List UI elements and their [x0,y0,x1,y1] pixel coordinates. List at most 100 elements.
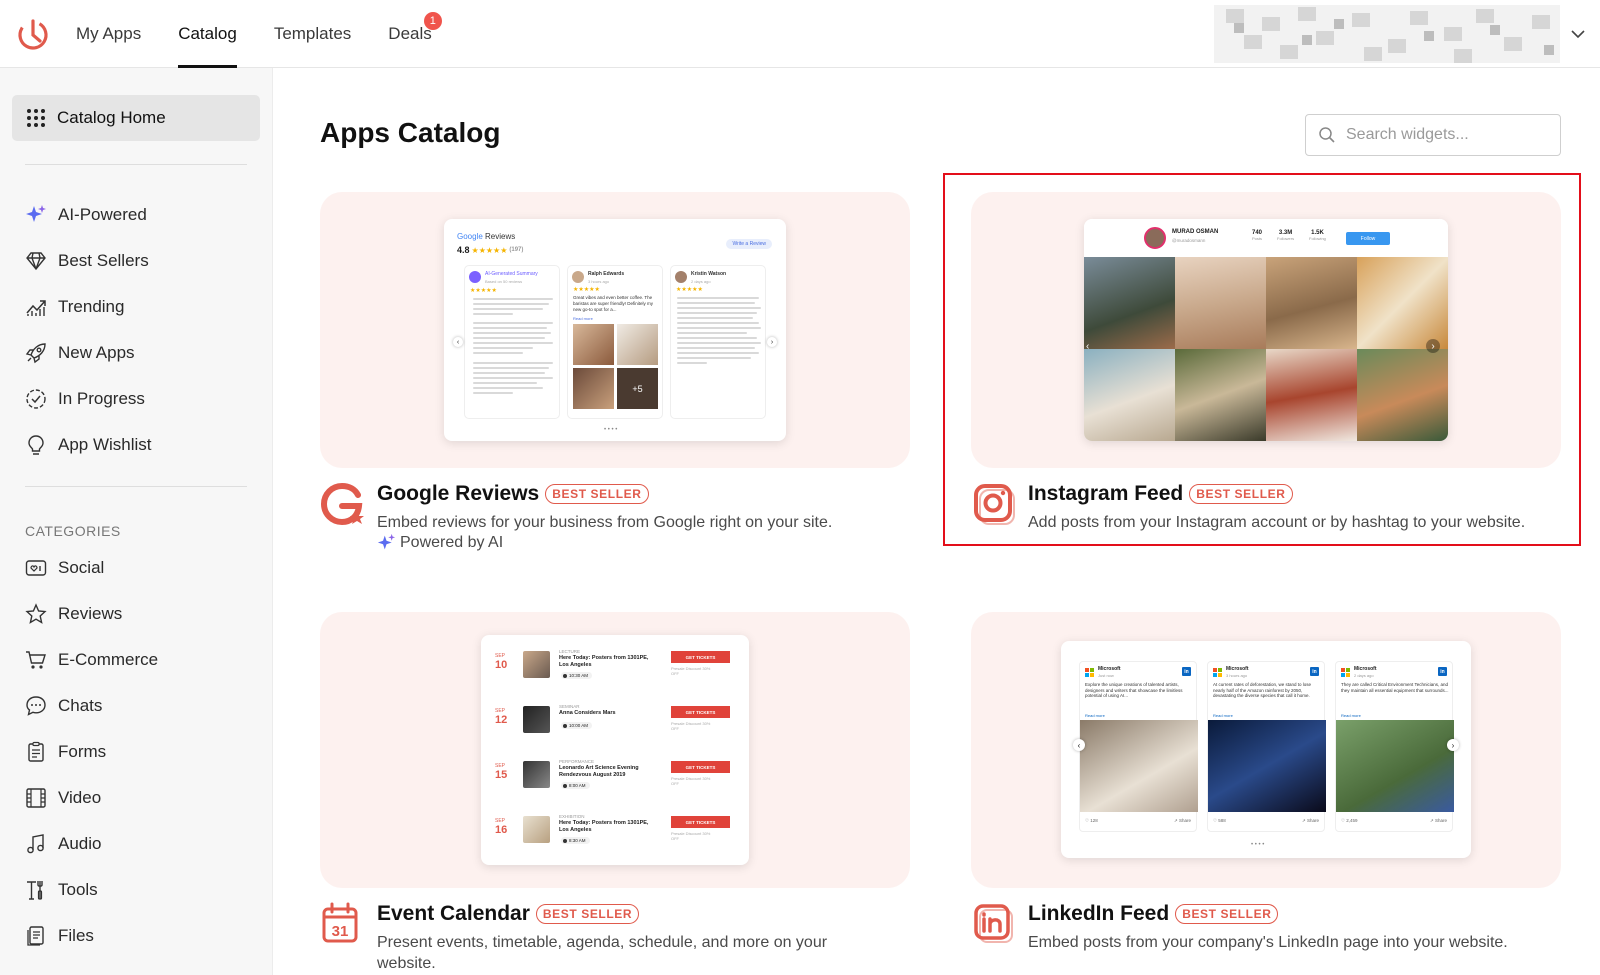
sidebar-item-label: In Progress [58,389,145,408]
diamond-icon [25,250,47,272]
li-post-text: They are called Critical Environment Tec… [1341,682,1449,693]
event-row[interactable]: SEP 12 SEMINAR Anna Considers Mars 10:00 AM G… [481,700,749,750]
app-name[interactable]: LinkedIn Feed [1028,902,1169,926]
google-reviews-mock: Google Reviews 4.8 ★★★★★ (197) Write a R… [444,219,786,441]
get-tickets-button[interactable]: GET TICKETS [671,761,730,773]
write-review-button[interactable]: Write a Review [726,239,772,249]
event-row[interactable]: SEP 16 EXHIBITION Here Today: Posters from … [481,810,749,860]
event-time-label: 8:00 AM [569,783,586,788]
sidebar-item-app-wishlist[interactable]: App Wishlist [25,422,152,468]
li-post-image[interactable] [1208,720,1326,812]
chat-icon [25,695,47,717]
sidebar-item-chats[interactable]: Chats [25,683,158,729]
sidebar-item-files[interactable]: Files [25,913,158,959]
summary-stars: ★★★★★ [470,288,497,294]
read-more-link[interactable]: Read more [1213,713,1233,718]
search-input[interactable] [1346,126,1546,144]
sidebar-item-trending[interactable]: Trending [25,284,152,330]
app-description: Embed reviews for your business from Goo… [377,514,833,531]
sidebar-item-ai-powered[interactable]: AI-Powered [25,192,152,238]
li-post-image[interactable] [1080,720,1198,812]
app-description: Embed posts from your company's LinkedIn… [1028,934,1508,951]
carousel-prev-icon[interactable]: ‹ [453,337,463,347]
app-logo-icon[interactable] [16,17,50,51]
li-post-image[interactable] [1336,720,1454,812]
account-avatar-blurred[interactable] [1214,5,1560,63]
nav-catalog[interactable]: Catalog [178,0,237,68]
clock-icon [563,784,567,788]
more-photos-tile[interactable]: +5 [617,368,658,409]
microsoft-logo-icon [1085,668,1094,677]
nav-my-apps[interactable]: My Apps [76,0,141,68]
event-row[interactable]: SEP 10 LECTURE Here Today: Posters from 130… [481,645,749,695]
avatar [675,271,687,283]
carousel-prev-icon[interactable]: ‹ [1073,739,1085,751]
carousel-next-icon[interactable]: › [1447,739,1459,751]
event-calendar-mock: SEP 10 LECTURE Here Today: Posters from 130… [481,635,749,865]
mock-title: Reviews [485,232,516,241]
linkedin-feed-mock: Microsoft Just now in Explore the unique cr… [1061,641,1471,858]
sidebar-item-new-apps[interactable]: New Apps [25,330,152,376]
read-more-link[interactable]: Read more [1085,713,1105,718]
event-note: Presale Discount 30% OFF [671,666,711,676]
linkedin-badge-icon: in [1182,667,1191,676]
sidebar-section-main: AI-Powered Best Sellers Trending New App… [25,192,152,468]
selection-highlight [943,173,1581,546]
powered-label: Powered by AI [400,533,504,551]
sidebar-item-tools[interactable]: Tools [25,867,158,913]
get-tickets-button[interactable]: GET TICKETS [671,706,730,718]
li-post-card[interactable]: Microsoft 2 days ago in They are called Cri… [1335,661,1454,832]
sidebar-item-forms[interactable]: Forms [25,729,158,775]
cart-icon [25,649,47,671]
sidebar-item-social[interactable]: Social [25,545,158,591]
app-preview[interactable]: Microsoft Just now in Explore the unique cr… [971,612,1561,888]
nav-label: My Apps [76,24,142,43]
app-name[interactable]: Google Reviews [377,482,539,506]
sidebar-item-reviews[interactable]: Reviews [25,591,158,637]
best-seller-badge: BEST SELLER [545,484,649,504]
sidebar-item-in-progress[interactable]: In Progress [25,376,152,422]
li-post-text: Explore the unique creations of talented… [1085,682,1183,698]
read-more-link[interactable]: Read more [1341,713,1361,718]
sparkles-icon [25,204,47,226]
sidebar-item-label: Forms [58,742,107,761]
li-company: Microsoft [1226,666,1249,672]
app-preview[interactable]: Google Reviews 4.8 ★★★★★ (197) Write a R… [320,192,910,468]
event-type: EXHIBITION [559,814,585,819]
linkedin-badge-icon: in [1438,667,1447,676]
get-tickets-button[interactable]: GET TICKETS [671,816,730,828]
divider [25,486,247,487]
mock-header: Google Reviews [457,232,516,241]
read-more-link[interactable]: Read more [573,315,593,322]
rating-value: 4.8 [457,245,470,255]
event-type: LECTURE [559,649,581,654]
event-title: Leonardo Art Science Evening Rendezvous … [559,765,639,778]
sidebar-item-best-sellers[interactable]: Best Sellers [25,238,152,284]
li-share[interactable]: ↗ Share [1302,818,1319,824]
sidebar-item-catalog-home[interactable]: Catalog Home [12,95,260,141]
event-time-label: 8:30 AM [569,838,586,843]
app-name[interactable]: Event Calendar [377,902,530,926]
main-nav: My Apps Catalog Templates Deals 1 [76,0,469,68]
get-tickets-button[interactable]: GET TICKETS [671,651,730,663]
carousel-dots: • • • • [604,427,618,433]
carousel-next-icon[interactable]: › [767,337,777,347]
li-share[interactable]: ↗ Share [1174,818,1191,824]
chevron-down-icon[interactable] [1568,24,1588,44]
nav-templates[interactable]: Templates [274,0,351,68]
search-box[interactable] [1305,114,1561,156]
carousel-dots: • • • • [1251,842,1265,848]
sidebar-item-e-commerce[interactable]: E-Commerce [25,637,158,683]
calendar-icon: 31 [322,902,358,943]
li-post-card[interactable]: Microsoft Just now in Explore the unique cr… [1079,661,1198,832]
sidebar-item-audio[interactable]: Audio [25,821,158,867]
sidebar-item-video[interactable]: Video [25,775,158,821]
nav-deals[interactable]: Deals 1 [388,0,442,68]
li-share[interactable]: ↗ Share [1430,818,1447,824]
li-post-card[interactable]: Microsoft 3 hours ago in At current rates o… [1207,661,1326,832]
app-preview[interactable]: SEP 10 LECTURE Here Today: Posters from 130… [320,612,910,888]
share-label: Share [1434,818,1447,823]
event-row[interactable]: SEP 15 PERFORMANCE Leonardo Art Science Eve… [481,755,749,805]
linkedin-badge-icon: in [1310,667,1319,676]
powered-by-ai: Powered by AI [377,533,503,552]
